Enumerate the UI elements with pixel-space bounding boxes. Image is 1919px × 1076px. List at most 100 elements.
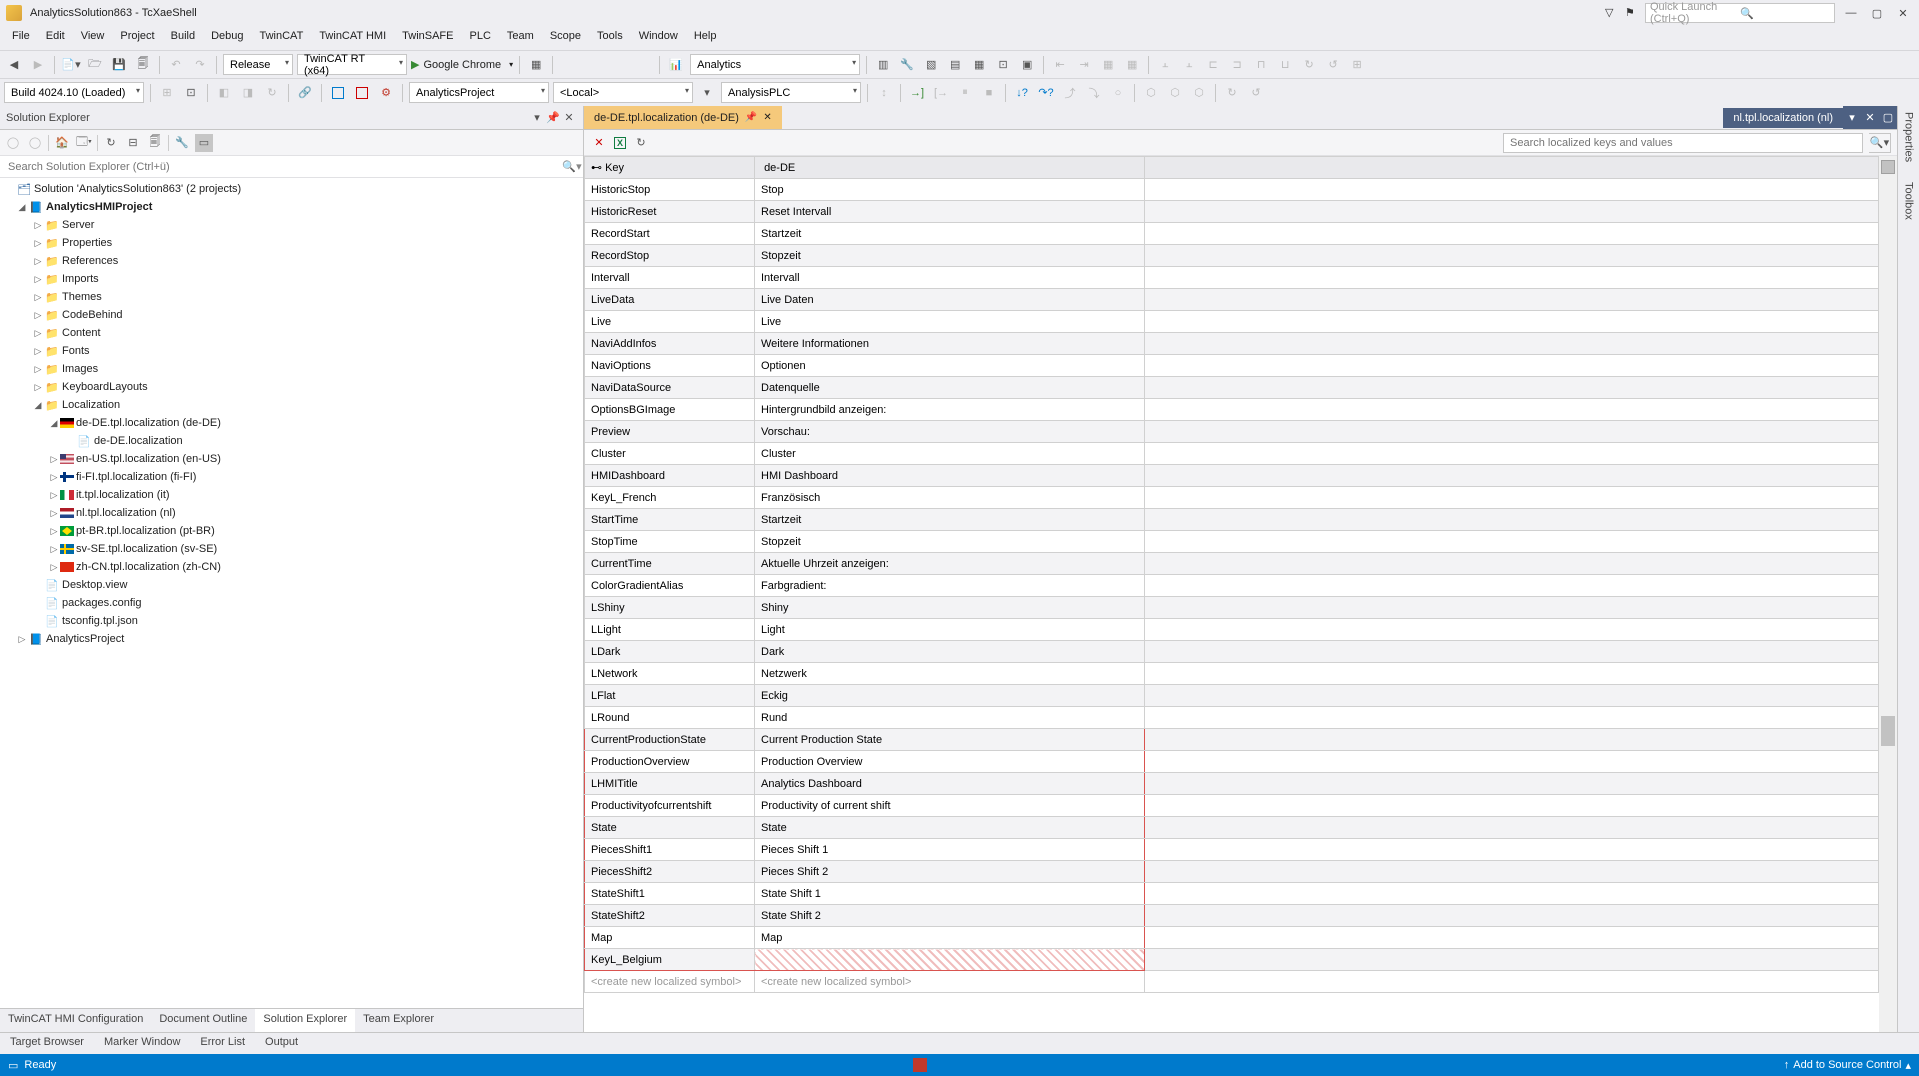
build-dropdown[interactable]: Build 4024.10 (Loaded) <box>4 82 144 103</box>
tb-s-5[interactable]: ↻ <box>262 83 282 103</box>
close-doc-button[interactable]: ✕ <box>590 134 608 152</box>
table-row[interactable]: LFlatEckig <box>585 685 1879 707</box>
target-dropdown[interactable]: TwinCAT RT (x64) <box>297 54 407 75</box>
solution-explorer-search[interactable]: 🔍▾ <box>0 156 583 178</box>
new-project-button[interactable]: 📄▾ <box>61 55 81 75</box>
se-search-input[interactable] <box>0 161 561 173</box>
tree-item[interactable]: ▷📁Properties <box>0 234 583 252</box>
redo-button[interactable]: ↷ <box>190 55 210 75</box>
menu-team[interactable]: Team <box>499 26 542 50</box>
menu-twincat[interactable]: TwinCAT <box>252 26 312 50</box>
table-row[interactable]: ClusterCluster <box>585 443 1879 465</box>
table-row[interactable]: OptionsBGImageHintergrundbild anzeigen: <box>585 399 1879 421</box>
se-tab-twincat-hmi-configuration[interactable]: TwinCAT HMI Configuration <box>0 1009 151 1032</box>
tree-item[interactable]: ◢📘AnalyticsHMIProject <box>0 198 583 216</box>
tb-s-16[interactable]: ↺ <box>1246 83 1266 103</box>
tree-item[interactable]: ▷pt-BR.tpl.localization (pt-BR) <box>0 522 583 540</box>
scrollbar-vertical[interactable] <box>1879 156 1897 1032</box>
tb-logout-icon[interactable]: [→ <box>931 83 951 103</box>
solution-tree[interactable]: 🗂Solution 'AnalyticsSolution863' (2 proj… <box>0 178 583 1008</box>
pin-icon[interactable]: 📌 <box>745 112 757 123</box>
column-header-key[interactable]: ⊷ Key <box>585 157 755 179</box>
se-collapse-button[interactable]: ⊟ <box>124 134 142 152</box>
table-row[interactable]: StopTimeStopzeit <box>585 531 1879 553</box>
tab-close-button[interactable]: ✕ <box>1861 106 1879 129</box>
analytics-dropdown[interactable]: Analytics <box>690 54 860 75</box>
plc-dropdown[interactable]: AnalysisPLC <box>721 82 861 103</box>
tree-item[interactable]: ◢📁Localization <box>0 396 583 414</box>
menu-file[interactable]: File <box>4 26 38 50</box>
menu-help[interactable]: Help <box>686 26 725 50</box>
tb-misc-4[interactable]: ▦ <box>969 55 989 75</box>
output-tab-output[interactable]: Output <box>255 1033 308 1054</box>
table-row[interactable]: KeyL_FrenchFranzösisch <box>585 487 1879 509</box>
add-to-source-control[interactable]: ↑ Add to Source Control ▴ <box>1784 1059 1911 1072</box>
tree-item[interactable]: ▷📁Server <box>0 216 583 234</box>
tb-halign-1[interactable]: ⊏ <box>1203 55 1223 75</box>
scroll-top-button[interactable] <box>1881 160 1895 174</box>
tb-s-15[interactable]: ↻ <box>1222 83 1242 103</box>
tab-de-de[interactable]: de-DE.tpl.localization (de-DE) 📌 ✕ <box>584 106 782 129</box>
menu-scope[interactable]: Scope <box>542 26 589 50</box>
tree-item[interactable]: 🗂Solution 'AnalyticsSolution863' (2 proj… <box>0 180 583 198</box>
table-row[interactable]: LiveDataLive Daten <box>585 289 1879 311</box>
menu-view[interactable]: View <box>73 26 113 50</box>
se-preview-button[interactable]: ▭ <box>195 134 213 152</box>
table-row[interactable]: LHMITitleAnalytics Dashboard <box>585 773 1879 795</box>
table-row[interactable]: LDarkDark <box>585 641 1879 663</box>
tree-item[interactable]: ▷📁KeyboardLayouts <box>0 378 583 396</box>
table-row[interactable]: HistoricResetReset Intervall <box>585 201 1879 223</box>
tb-s-7[interactable]: ▾ <box>697 83 717 103</box>
se-home-button[interactable]: 🏠 <box>53 134 71 152</box>
se-tab-document-outline[interactable]: Document Outline <box>151 1009 255 1032</box>
tb-misc-5[interactable]: ⊡ <box>993 55 1013 75</box>
project-dropdown[interactable]: AnalyticsProject <box>409 82 549 103</box>
table-row[interactable]: StartTimeStartzeit <box>585 509 1879 531</box>
minimize-button[interactable]: — <box>1841 6 1861 20</box>
menu-twincat-hmi[interactable]: TwinCAT HMI <box>311 26 394 50</box>
table-row[interactable]: PiecesShift2Pieces Shift 2 <box>585 861 1879 883</box>
attach-button[interactable]: ▦ <box>526 55 546 75</box>
localization-table[interactable]: ⊷ Key de-DE HistoricStopStopHistoricRese… <box>584 156 1879 993</box>
table-row[interactable]: StateShift2State Shift 2 <box>585 905 1879 927</box>
table-row[interactable]: ProductionOverviewProduction Overview <box>585 751 1879 773</box>
analytics-icon[interactable]: 📊 <box>666 55 686 75</box>
tb-halign-2[interactable]: ⊐ <box>1227 55 1247 75</box>
side-tab-properties[interactable]: Properties <box>1903 112 1915 162</box>
local-dropdown[interactable]: <Local> <box>553 82 693 103</box>
se-fwd-button[interactable]: ◯ <box>26 134 44 152</box>
run-button[interactable]: ▶Google Chrome▾ <box>411 58 513 71</box>
tree-item[interactable]: ▷📁Images <box>0 360 583 378</box>
table-row[interactable]: CurrentProductionStateCurrent Production… <box>585 729 1879 751</box>
search-button[interactable]: 🔍▾ <box>1869 133 1891 153</box>
table-row[interactable]: LRoundRund <box>585 707 1879 729</box>
table-row[interactable]: ColorGradientAliasFarbgradient: <box>585 575 1879 597</box>
tree-item[interactable]: ▷📁Themes <box>0 288 583 306</box>
table-row[interactable]: KeyL_Belgium <box>585 949 1879 971</box>
tb-s-13[interactable]: ⬡ <box>1165 83 1185 103</box>
output-tab-marker-window[interactable]: Marker Window <box>94 1033 190 1054</box>
tb-misc-7[interactable]: ⊞ <box>1347 55 1367 75</box>
table-row[interactable]: NaviOptionsOptionen <box>585 355 1879 377</box>
tb-login-icon[interactable]: →] <box>907 83 927 103</box>
notifications-icon[interactable]: ⚑ <box>1625 6 1639 20</box>
quick-launch-input[interactable]: Quick Launch (Ctrl+Q) 🔍 <box>1645 3 1835 23</box>
tree-item[interactable]: ▷fi-FI.tpl.localization (fi-FI) <box>0 468 583 486</box>
tb-rot-1[interactable]: ↻ <box>1299 55 1319 75</box>
table-row[interactable]: StateState <box>585 817 1879 839</box>
refresh-button[interactable]: ↻ <box>632 134 650 152</box>
tree-item[interactable]: ▷nl.tpl.localization (nl) <box>0 504 583 522</box>
se-refresh-button[interactable]: ↻ <box>102 134 120 152</box>
tb-s-2[interactable]: ⊡ <box>181 83 201 103</box>
output-tab-target-browser[interactable]: Target Browser <box>0 1033 94 1054</box>
maximize-button[interactable]: ▢ <box>1867 6 1887 20</box>
tb-s-stop[interactable]: ■ <box>979 83 999 103</box>
table-row[interactable]: RecordStartStartzeit <box>585 223 1879 245</box>
tree-item[interactable]: 📄tsconfig.tpl.json <box>0 612 583 630</box>
se-back-button[interactable]: ◯ <box>4 134 22 152</box>
table-row[interactable]: NaviAddInfosWeitere Informationen <box>585 333 1879 355</box>
tb-step-over-icon[interactable]: ↷? <box>1036 83 1056 103</box>
tb-misc-1[interactable]: ▥ <box>873 55 893 75</box>
tb-s-8[interactable]: ↕ <box>874 83 894 103</box>
tree-item[interactable]: ▷sv-SE.tpl.localization (sv-SE) <box>0 540 583 558</box>
